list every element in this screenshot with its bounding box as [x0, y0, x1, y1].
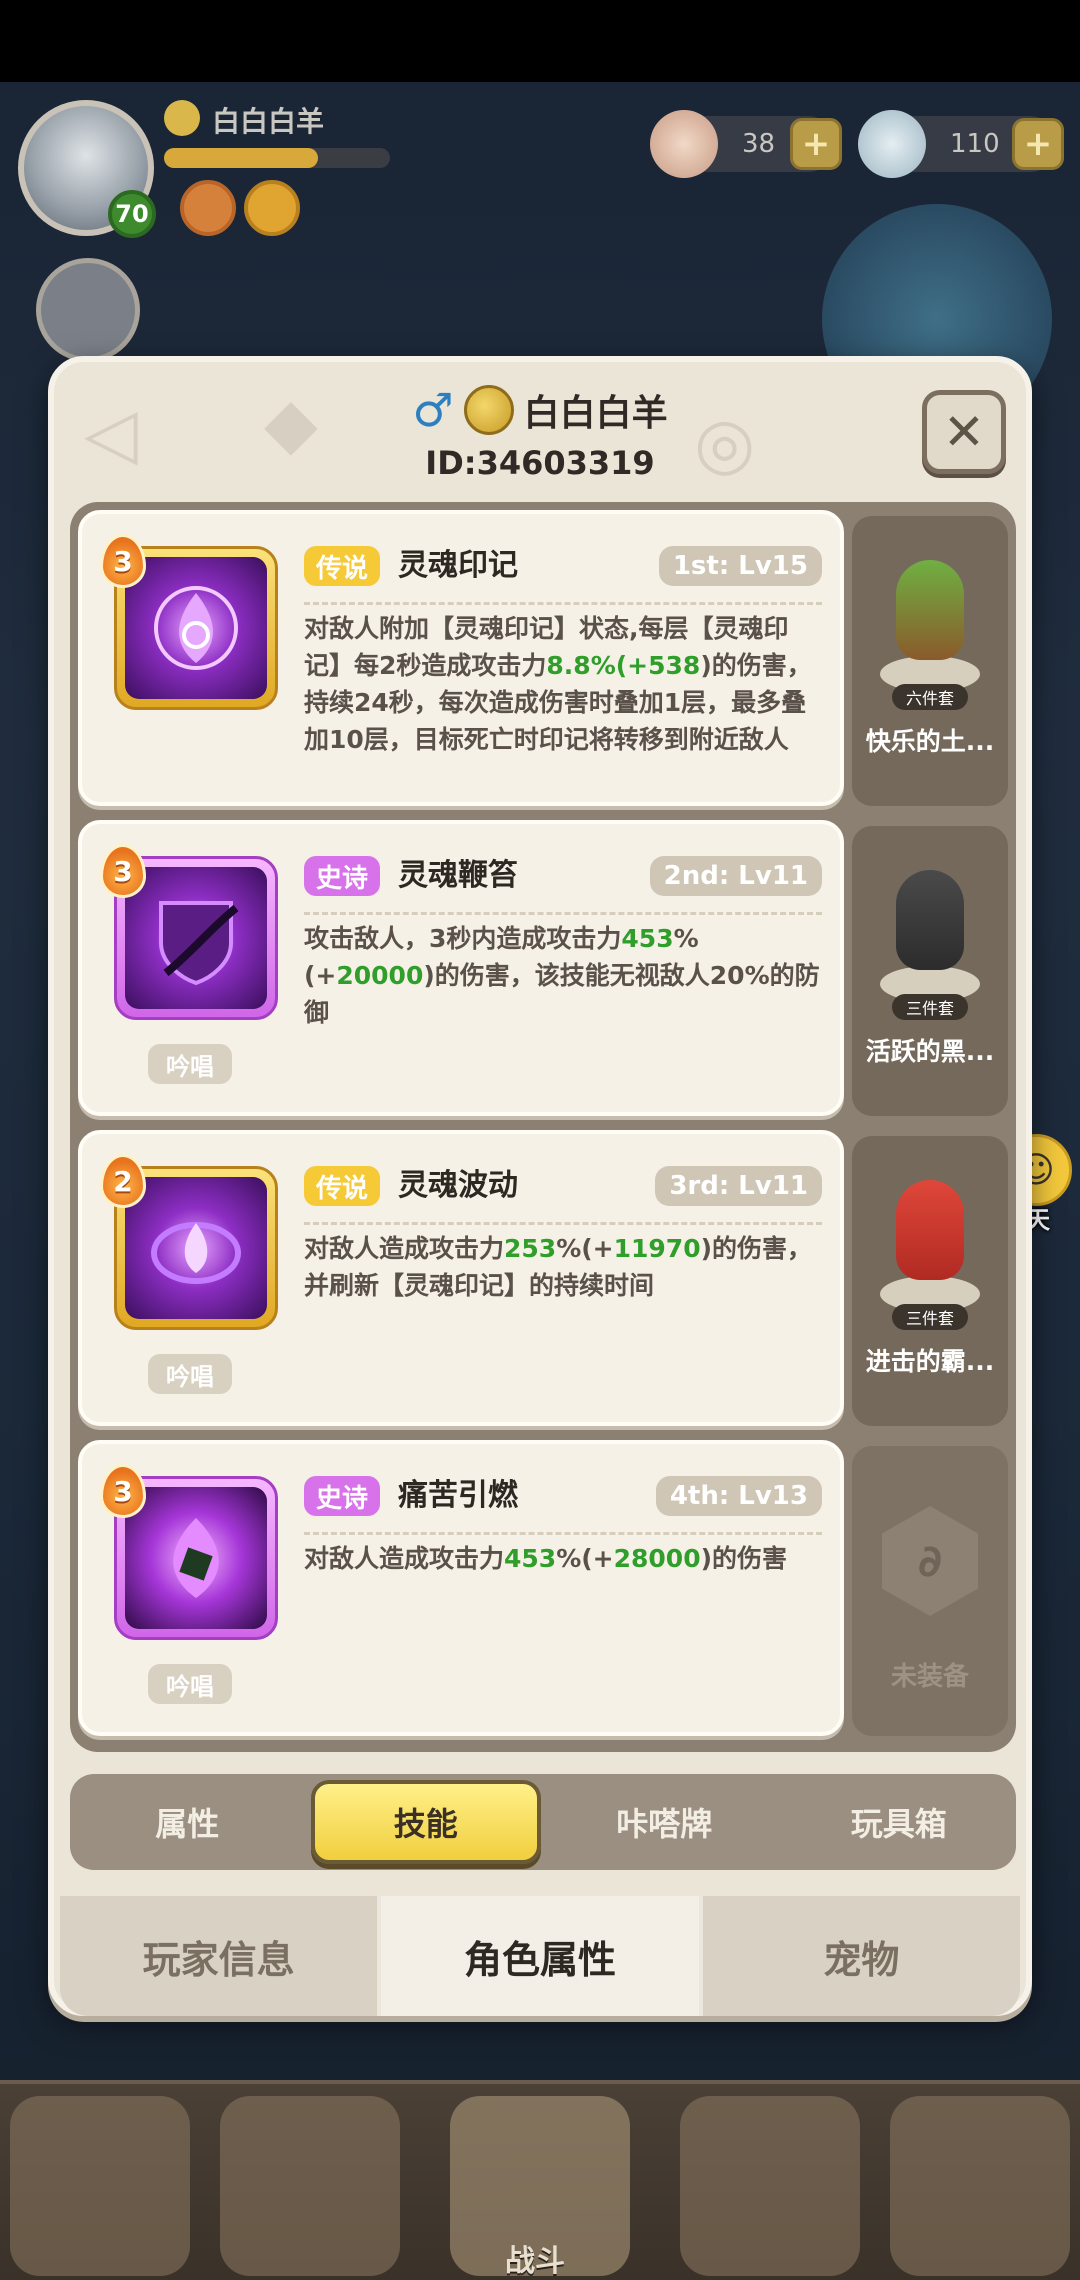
player-info-dialog: ◁ ◆ ◎ ♂ 白白白羊 ID:34603319 ✕ 3 传说 灵魂印记 1st… [48, 356, 1032, 2016]
tab-player-info[interactable]: 玩家信息 [60, 1896, 382, 2016]
exp-bar-fill [164, 148, 318, 168]
pain-ignite-icon [125, 1487, 267, 1629]
buff-badge-icon[interactable] [180, 180, 236, 236]
set-tag: 三件套 [892, 1304, 968, 1330]
sub-tab-bar: 属性 技能 咔嗒牌 玩具箱 [70, 1774, 1016, 1870]
divider [304, 1222, 822, 1225]
male-gender-icon: ♂ [412, 383, 454, 437]
skill-slot-level: 1st: Lv15 [658, 546, 822, 586]
rarity-badge: 史诗 [304, 1476, 381, 1516]
nav-battle-label: 战斗 [505, 2244, 565, 2279]
set-name: 进击的霸... [865, 1347, 995, 1376]
skill-name: 灵魂印记 [398, 548, 518, 583]
skill-description: 对敌人造成攻击力253%(+11970)的伤害，并刷新【灵魂印记】的持续时间 [304, 1234, 813, 1300]
skill-name: 灵魂波动 [398, 1168, 518, 1203]
rarity-badge: 传说 [304, 1166, 381, 1206]
companion-avatar[interactable] [36, 258, 140, 362]
tab-attributes[interactable]: 属性 [76, 1780, 299, 1864]
set-tag: 三件套 [892, 994, 968, 1020]
toy-figure-icon [880, 542, 980, 692]
add-pearl-button[interactable]: + [1012, 118, 1064, 170]
player-level-badge: 70 [108, 190, 156, 238]
skill-slot-level: 3rd: Lv11 [655, 1166, 822, 1206]
set-name: 活跃的黑... [865, 1037, 995, 1066]
hud-player-name: 白白白羊 [212, 105, 325, 138]
rarity-badge: 传说 [304, 546, 381, 586]
currency-pearl: 110 + [858, 110, 1064, 178]
tab-toybox[interactable]: 玩具箱 [788, 1780, 1011, 1864]
player-name: 白白白羊 [523, 393, 668, 434]
skill-card-2[interactable]: 3 吟唱 史诗 灵魂鞭笞 2nd: Lv11 攻击敌人，3秒内造成攻击力453%… [78, 820, 844, 1116]
skill-card-4[interactable]: 3 吟唱 史诗 痛苦引燃 4th: Lv13 对敌人造成攻击力453%(+280… [78, 1440, 844, 1736]
skill-level-flame-icon: 3 [100, 534, 146, 588]
toy-figure-icon [880, 1162, 980, 1312]
tab-cards[interactable]: 咔嗒牌 [553, 1780, 776, 1864]
chant-tag: 吟唱 [148, 1354, 232, 1394]
soul-wave-icon [125, 1177, 267, 1319]
tab-character-attributes[interactable]: 角色属性 [381, 1896, 703, 2016]
nav-hero-button[interactable] [220, 2096, 400, 2276]
add-shell-button[interactable]: + [790, 118, 842, 170]
divider [304, 912, 822, 915]
skill-description: 对敌人附加【灵魂印记】状态,每层【灵魂印记】每2秒造成攻击力8.8%(+538)… [304, 614, 812, 754]
close-button[interactable]: ✕ [922, 390, 1006, 474]
skill-level-flame-icon: 3 [100, 1464, 146, 1518]
empty-slot-icon: ∂ [882, 1506, 978, 1616]
skill-card-1[interactable]: 3 传说 灵魂印记 1st: Lv15 对敌人附加【灵魂印记】状态,每层【灵魂印… [78, 510, 844, 806]
nav-map-button[interactable] [890, 2096, 1070, 2276]
skill-level-flame-icon: 3 [100, 844, 146, 898]
equipment-set-card-1[interactable]: 六件套 快乐的土... [852, 516, 1008, 806]
skills-panel: 3 传说 灵魂印记 1st: Lv15 对敌人附加【灵魂印记】状态,每层【灵魂印… [70, 502, 1016, 1752]
soul-mark-icon [125, 557, 267, 699]
skill-description: 对敌人造成攻击力453%(+28000)的伤害 [304, 1544, 788, 1573]
divider [304, 1532, 822, 1535]
currency-shell: 38 + [650, 110, 842, 178]
main-tab-bar: 玩家信息 角色属性 宠物 [60, 1896, 1020, 2016]
title-emblem-icon [164, 100, 200, 136]
skill-name: 灵魂鞭笞 [398, 858, 518, 893]
skill-description: 攻击敌人，3秒内造成攻击力453%(+20000)的伤害，该技能无视敌人20%的… [304, 924, 820, 1027]
status-bar [0, 0, 1080, 82]
dialog-header: ♂ 白白白羊 ID:34603319 [54, 384, 1026, 482]
toy-figure-icon [880, 852, 980, 1002]
skill-slot-level: 4th: Lv13 [655, 1476, 822, 1516]
shell-currency-icon [650, 110, 718, 178]
pearl-currency-icon [858, 110, 926, 178]
tab-skills[interactable]: 技能 [310, 1780, 541, 1864]
equipment-set-card-3[interactable]: 三件套 进击的霸... [852, 1136, 1008, 1426]
equipment-set-card-2[interactable]: 三件套 活跃的黑... [852, 826, 1008, 1116]
player-id: ID:34603319 [425, 444, 655, 482]
set-name: 未装备 [890, 1662, 969, 1692]
skill-name: 痛苦引燃 [398, 1478, 518, 1513]
nav-character-button[interactable] [10, 2096, 190, 2276]
soul-whip-icon [125, 867, 267, 1009]
set-tag: 六件套 [892, 684, 968, 710]
nav-pet-button[interactable] [680, 2096, 860, 2276]
skill-slot-level: 2nd: Lv11 [649, 856, 822, 896]
event-badge-icon[interactable] [244, 180, 300, 236]
rarity-badge: 史诗 [304, 856, 381, 896]
skill-level-flame-icon: 2 [100, 1154, 146, 1208]
tab-pets[interactable]: 宠物 [703, 1896, 1020, 2016]
equipment-set-card-4[interactable]: ∂ 未装备 [852, 1446, 1008, 1736]
divider [304, 602, 822, 605]
exp-bar [164, 148, 390, 168]
skill-card-3[interactable]: 2 吟唱 传说 灵魂波动 3rd: Lv11 对敌人造成攻击力253%(+119… [78, 1130, 844, 1426]
title-emblem-icon [463, 385, 514, 435]
set-name: 快乐的土... [865, 727, 995, 756]
chant-tag: 吟唱 [148, 1044, 232, 1084]
chant-tag: 吟唱 [148, 1664, 232, 1704]
